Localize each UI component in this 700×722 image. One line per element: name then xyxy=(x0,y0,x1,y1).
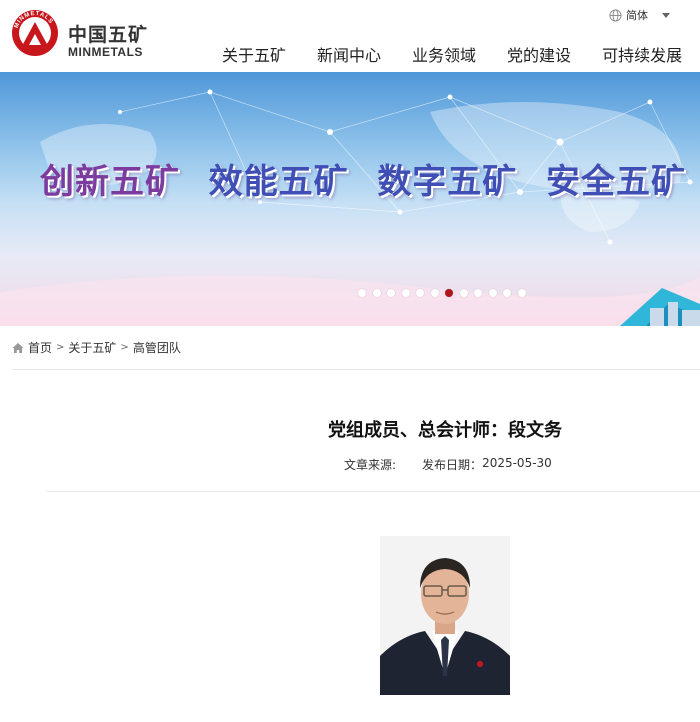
language-label: 简体 xyxy=(626,9,648,22)
minmetals-logo[interactable]: MINMETALS xyxy=(10,8,60,58)
article-title: 党组成员、总会计师：段文务 xyxy=(328,420,562,441)
carousel-dot[interactable] xyxy=(488,289,497,297)
brand-name-cn[interactable]: 中国五矿 xyxy=(68,20,148,47)
carousel-dot[interactable] xyxy=(416,289,424,297)
breadcrumb-home[interactable]: 首页 xyxy=(28,339,52,356)
slogan-efficiency: 效能五矿 xyxy=(208,162,349,202)
site-header: MINMETALS 中国五矿 MINMETALS 简体 关于五矿 新闻中心 业务… xyxy=(0,0,700,72)
breadcrumb-executives[interactable]: 高管团队 xyxy=(133,339,181,356)
globe-icon xyxy=(609,8,622,22)
article-source-label: 文章来源: xyxy=(344,458,397,472)
carousel-dot[interactable] xyxy=(372,289,381,297)
breadcrumb-about[interactable]: 关于五矿 xyxy=(68,339,116,356)
article-meta: 文章来源: 发布日期： 2025-05-30 xyxy=(344,456,552,473)
main-nav: 关于五矿 新闻中心 业务领域 党的建设 可持续发展 xyxy=(222,42,682,66)
carousel-pagination xyxy=(358,289,532,297)
breadcrumb-separator-icon: > xyxy=(120,342,129,353)
breadcrumb-separator-icon: > xyxy=(56,342,65,353)
slogan-digital: 数字五矿 xyxy=(377,162,518,202)
carousel-dot[interactable] xyxy=(401,289,410,297)
carousel-dot[interactable] xyxy=(474,289,482,297)
home-icon[interactable] xyxy=(12,342,24,354)
slogan-innovation: 创新五矿 xyxy=(40,162,180,202)
carousel-dot[interactable] xyxy=(358,289,366,297)
language-switcher[interactable]: 简体 xyxy=(609,7,670,23)
nav-item-news[interactable]: 新闻中心 xyxy=(317,42,381,66)
banner-slogan: 创新五矿 效能五矿 数字五矿 安全五矿 xyxy=(40,154,700,203)
nav-item-about[interactable]: 关于五矿 xyxy=(222,42,286,66)
nav-item-sustainability[interactable]: 可持续发展 xyxy=(602,42,682,66)
carousel-dot[interactable] xyxy=(430,289,439,297)
article-date-label: 发布日期： xyxy=(422,458,483,472)
breadcrumb: 首页 > 关于五矿 > 高管团队 xyxy=(12,339,181,356)
carousel-dot-active[interactable] xyxy=(445,289,453,297)
hero-banner[interactable]: 创新五矿 效能五矿 数字五矿 安全五矿 xyxy=(0,72,700,326)
carousel-dot[interactable] xyxy=(459,289,468,297)
portrait-image xyxy=(380,536,510,695)
article-date: 2025-05-30 xyxy=(482,456,552,470)
nav-item-party[interactable]: 党的建设 xyxy=(507,42,571,66)
nav-item-business[interactable]: 业务领域 xyxy=(412,42,476,66)
divider xyxy=(46,491,700,492)
carousel-dot[interactable] xyxy=(517,289,526,297)
chevron-down-icon xyxy=(662,12,670,18)
slogan-safety: 安全五矿 xyxy=(545,162,686,202)
brand-name-en[interactable]: MINMETALS xyxy=(68,45,143,59)
carousel-dot[interactable] xyxy=(503,289,511,297)
executive-portrait xyxy=(380,536,510,695)
divider xyxy=(12,369,700,370)
carousel-dot[interactable] xyxy=(387,289,395,297)
